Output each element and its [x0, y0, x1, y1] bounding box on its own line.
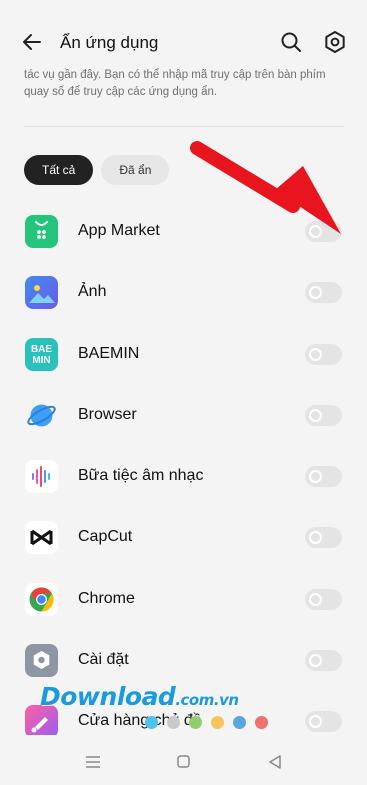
description-text: tác vụ gần đây. Bạn có thể nhập mã truy … [24, 69, 326, 98]
toggle-knob [309, 715, 322, 729]
tab-all[interactable]: Tất cả [24, 155, 94, 185]
watermark-dots [145, 716, 268, 729]
hide-toggle[interactable] [305, 343, 342, 365]
hide-toggle[interactable] [305, 221, 342, 242]
gear-icon[interactable] [322, 29, 348, 55]
toggle-knob [309, 654, 322, 668]
app-header: Ẩn ứng dụng [0, 0, 367, 62]
navigation-bar [0, 735, 367, 785]
hide-toggle[interactable] [305, 650, 342, 672]
hide-toggle[interactable] [305, 527, 342, 549]
hide-toggle[interactable] [305, 404, 342, 426]
watermark-dot [167, 716, 180, 729]
filter-tabs: Tất cả Đã ẩn [24, 155, 170, 185]
app-name: Browser [78, 405, 137, 423]
hide-toggle[interactable] [305, 282, 342, 304]
watermark-dot [233, 716, 246, 729]
hide-toggle[interactable] [305, 588, 342, 610]
hide-toggle[interactable] [305, 466, 342, 488]
page-title: Ẩn ứng dụng [60, 33, 159, 52]
list-item-app-market: App Market [0, 201, 367, 262]
baemin-icon-line1: BAE [30, 343, 53, 355]
app-name: BAEMIN [78, 344, 140, 362]
back-triangle-icon[interactable] [268, 754, 282, 770]
back-arrow-icon[interactable] [20, 30, 44, 54]
toggle-knob [309, 408, 322, 422]
baemin-icon-line2: MIN [32, 354, 51, 366]
browser-icon [25, 399, 58, 432]
app-name: Ảnh [78, 283, 107, 301]
watermark-dot [145, 716, 158, 729]
list-item-browser: Browser [0, 385, 367, 446]
toggle-knob [309, 286, 322, 300]
chrome-icon [25, 582, 58, 616]
music-party-icon [25, 460, 58, 494]
app-name: Bữa tiệc âm nhạc [78, 467, 204, 485]
hide-toggle[interactable] [305, 711, 342, 733]
toggle-knob [309, 592, 322, 606]
watermark-dot [211, 716, 224, 729]
list-item-bua-tiec-am-nhac: Bữa tiệc âm nhạc [0, 446, 367, 507]
app-market-icon [25, 215, 58, 248]
list-item-baemin: BAE MIN BAEMIN [0, 324, 367, 385]
watermark-main: Download [40, 682, 176, 711]
toggle-knob [309, 531, 322, 545]
tab-hidden[interactable]: Đã ẩn [101, 155, 170, 185]
capcut-icon [25, 521, 58, 555]
toggle-knob [309, 470, 322, 484]
home-icon[interactable] [177, 755, 190, 768]
list-item-chrome: Chrome [0, 569, 367, 630]
list-item-capcut: CapCut [0, 507, 367, 568]
app-name: Cài đặt [78, 651, 129, 669]
photos-icon [25, 276, 58, 310]
watermark-dot [255, 716, 268, 729]
app-name: App Market [78, 222, 160, 239]
app-name: CapCut [78, 528, 133, 546]
list-item-anh: Ảnh [0, 262, 367, 323]
baemin-icon: BAE MIN [25, 337, 58, 371]
toggle-knob [309, 225, 322, 238]
app-list: App Market Ảnh BAE MIN BAEMIN Browser Bữ… [0, 201, 367, 753]
toggle-knob [309, 347, 322, 361]
search-icon[interactable] [279, 30, 303, 54]
watermark-dot [189, 716, 202, 729]
app-name: Chrome [78, 589, 135, 607]
menu-icon[interactable] [86, 756, 100, 768]
download-watermark: Download.com.vn [40, 682, 239, 711]
watermark-suffix: .com.vn [175, 691, 239, 709]
divider [24, 126, 344, 127]
settings-app-icon [25, 644, 58, 678]
